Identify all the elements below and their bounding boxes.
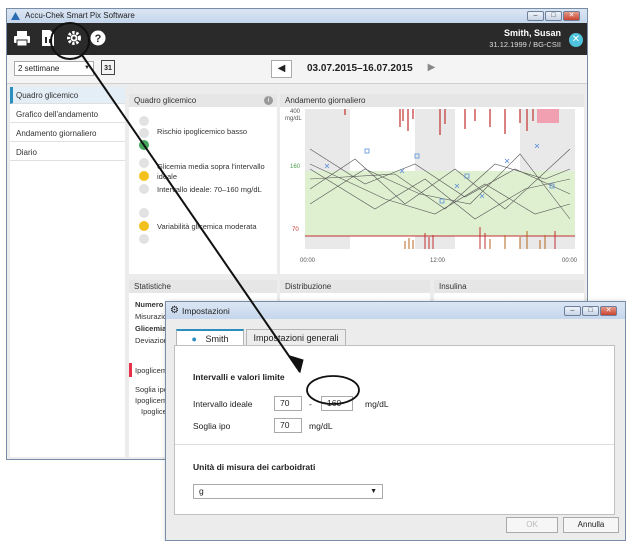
callout-arrow	[50, 22, 360, 405]
